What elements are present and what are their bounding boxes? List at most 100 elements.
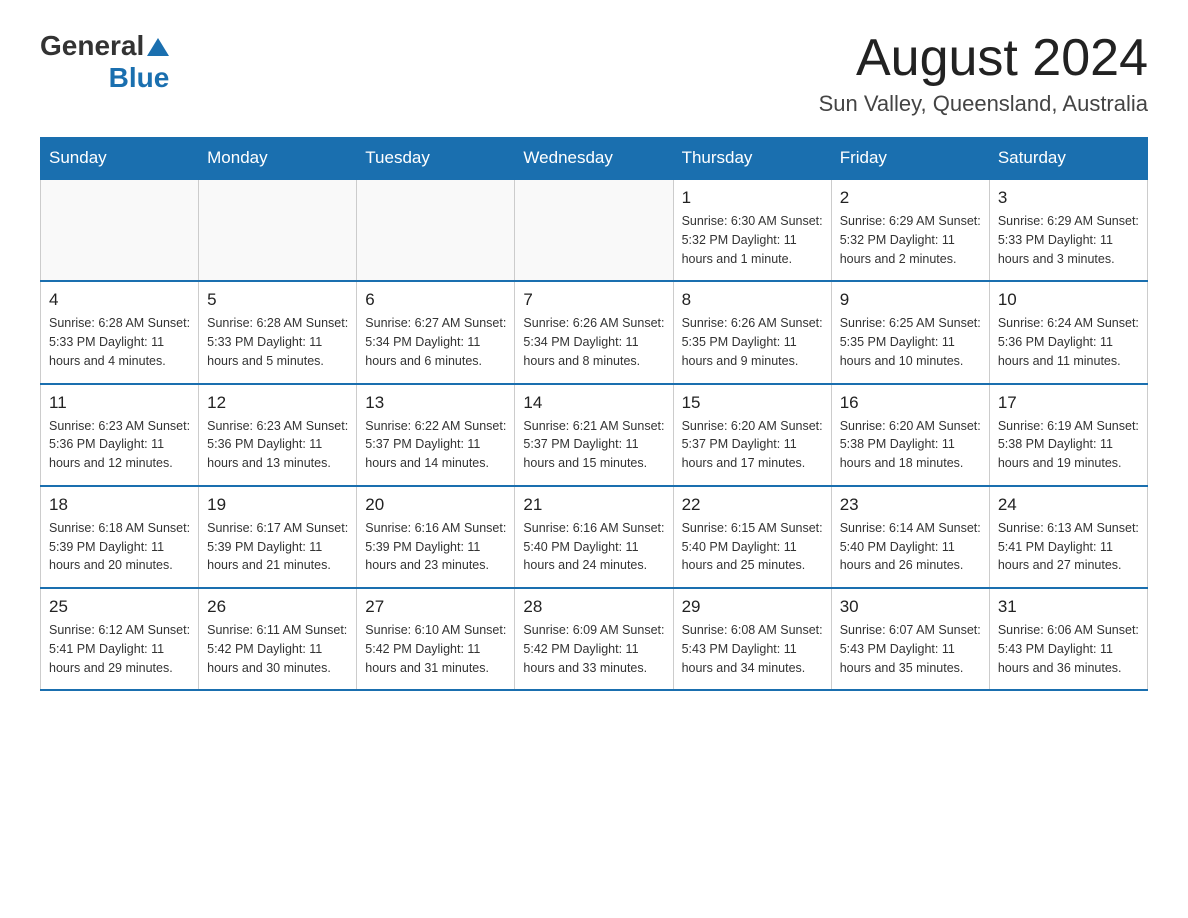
day-number: 1 (682, 188, 823, 208)
day-info: Sunrise: 6:28 AM Sunset: 5:33 PM Dayligh… (207, 314, 348, 370)
day-info: Sunrise: 6:09 AM Sunset: 5:42 PM Dayligh… (523, 621, 664, 677)
day-cell: 2Sunrise: 6:29 AM Sunset: 5:32 PM Daylig… (831, 179, 989, 281)
day-cell: 5 Sunrise: 6:28 AM Sunset: 5:33 PM Daylig… (199, 281, 357, 383)
day-cell: 11 Sunrise: 6:23 AM Sunset: 5:36 PM Dayli… (41, 384, 199, 486)
header-row: SundayMondayTuesdayWednesdayThursdayFrid… (41, 138, 1148, 180)
day-number: 31 (998, 597, 1139, 617)
day-number: 18 (49, 495, 190, 515)
day-info: Sunrise: 6:26 AM Sunset: 5:34 PM Dayligh… (523, 314, 664, 370)
week-row-3: 11 Sunrise: 6:23 AM Sunset: 5:36 PM Dayli… (41, 384, 1148, 486)
day-number: 16 (840, 393, 981, 413)
day-cell: 18 Sunrise: 6:18 AM Sunset: 5:39 PM Dayli… (41, 486, 199, 588)
day-info: Sunrise: 6:24 AM Sunset: 5:36 PM Dayligh… (998, 314, 1139, 370)
day-number: 30 (840, 597, 981, 617)
day-info: Sunrise: 6:29 AM Sunset: 5:33 PM Dayligh… (998, 212, 1139, 268)
day-number: 4 (49, 290, 190, 310)
day-number: 29 (682, 597, 823, 617)
day-number: 2 (840, 188, 981, 208)
calendar-table: SundayMondayTuesdayWednesdayThursdayFrid… (40, 137, 1148, 691)
day-info: Sunrise: 6:22 AM Sunset: 5:37 PM Dayligh… (365, 417, 506, 473)
day-number: 10 (998, 290, 1139, 310)
day-cell: 10 Sunrise: 6:24 AM Sunset: 5:36 PM Dayli… (989, 281, 1147, 383)
day-number: 11 (49, 393, 190, 413)
day-number: 22 (682, 495, 823, 515)
day-info: Sunrise: 6:14 AM Sunset: 5:40 PM Dayligh… (840, 519, 981, 575)
day-cell: 8 Sunrise: 6:26 AM Sunset: 5:35 PM Daylig… (673, 281, 831, 383)
day-number: 25 (49, 597, 190, 617)
day-cell: 24 Sunrise: 6:13 AM Sunset: 5:41 PM Dayli… (989, 486, 1147, 588)
day-number: 15 (682, 393, 823, 413)
location-title: Sun Valley, Queensland, Australia (819, 91, 1148, 117)
day-number: 8 (682, 290, 823, 310)
logo-triangle-icon (147, 36, 169, 58)
col-header-wednesday: Wednesday (515, 138, 673, 180)
col-header-monday: Monday (199, 138, 357, 180)
day-info: Sunrise: 6:19 AM Sunset: 5:38 PM Dayligh… (998, 417, 1139, 473)
day-info: Sunrise: 6:11 AM Sunset: 5:42 PM Dayligh… (207, 621, 348, 677)
day-info: Sunrise: 6:30 AM Sunset: 5:32 PM Dayligh… (682, 212, 823, 268)
day-info: Sunrise: 6:23 AM Sunset: 5:36 PM Dayligh… (207, 417, 348, 473)
day-number: 26 (207, 597, 348, 617)
day-info: Sunrise: 6:27 AM Sunset: 5:34 PM Dayligh… (365, 314, 506, 370)
day-info: Sunrise: 6:16 AM Sunset: 5:40 PM Dayligh… (523, 519, 664, 575)
day-number: 3 (998, 188, 1139, 208)
day-cell: 3 Sunrise: 6:29 AM Sunset: 5:33 PM Daylig… (989, 179, 1147, 281)
day-info: Sunrise: 6:23 AM Sunset: 5:36 PM Dayligh… (49, 417, 190, 473)
col-header-friday: Friday (831, 138, 989, 180)
day-info: Sunrise: 6:25 AM Sunset: 5:35 PM Dayligh… (840, 314, 981, 370)
day-cell (515, 179, 673, 281)
col-header-saturday: Saturday (989, 138, 1147, 180)
day-number: 19 (207, 495, 348, 515)
day-cell: 16 Sunrise: 6:20 AM Sunset: 5:38 PM Dayli… (831, 384, 989, 486)
day-cell: 21 Sunrise: 6:16 AM Sunset: 5:40 PM Dayli… (515, 486, 673, 588)
day-cell: 12 Sunrise: 6:23 AM Sunset: 5:36 PM Dayli… (199, 384, 357, 486)
day-cell (357, 179, 515, 281)
week-row-5: 25Sunrise: 6:12 AM Sunset: 5:41 PM Dayli… (41, 588, 1148, 690)
day-number: 14 (523, 393, 664, 413)
day-info: Sunrise: 6:21 AM Sunset: 5:37 PM Dayligh… (523, 417, 664, 473)
day-cell: 30Sunrise: 6:07 AM Sunset: 5:43 PM Dayli… (831, 588, 989, 690)
logo: General Blue (40, 30, 169, 94)
day-info: Sunrise: 6:17 AM Sunset: 5:39 PM Dayligh… (207, 519, 348, 575)
month-title: August 2024 (819, 30, 1148, 87)
day-cell: 20 Sunrise: 6:16 AM Sunset: 5:39 PM Dayli… (357, 486, 515, 588)
day-info: Sunrise: 6:26 AM Sunset: 5:35 PM Dayligh… (682, 314, 823, 370)
logo-general: General (40, 30, 144, 62)
week-row-2: 4 Sunrise: 6:28 AM Sunset: 5:33 PM Daylig… (41, 281, 1148, 383)
day-cell: 4 Sunrise: 6:28 AM Sunset: 5:33 PM Daylig… (41, 281, 199, 383)
week-row-1: 1 Sunrise: 6:30 AM Sunset: 5:32 PM Daylig… (41, 179, 1148, 281)
day-number: 13 (365, 393, 506, 413)
day-cell: 26 Sunrise: 6:11 AM Sunset: 5:42 PM Dayli… (199, 588, 357, 690)
day-number: 6 (365, 290, 506, 310)
day-cell: 25Sunrise: 6:12 AM Sunset: 5:41 PM Dayli… (41, 588, 199, 690)
day-cell (41, 179, 199, 281)
day-number: 21 (523, 495, 664, 515)
logo-blue: Blue (109, 62, 170, 94)
day-cell: 1 Sunrise: 6:30 AM Sunset: 5:32 PM Daylig… (673, 179, 831, 281)
day-number: 9 (840, 290, 981, 310)
day-number: 28 (523, 597, 664, 617)
day-info: Sunrise: 6:06 AM Sunset: 5:43 PM Dayligh… (998, 621, 1139, 677)
day-number: 17 (998, 393, 1139, 413)
day-number: 5 (207, 290, 348, 310)
day-info: Sunrise: 6:20 AM Sunset: 5:37 PM Dayligh… (682, 417, 823, 473)
header: General Blue August 2024 Sun Valley, Que… (40, 30, 1148, 117)
day-number: 27 (365, 597, 506, 617)
day-info: Sunrise: 6:13 AM Sunset: 5:41 PM Dayligh… (998, 519, 1139, 575)
day-cell (199, 179, 357, 281)
day-info: Sunrise: 6:20 AM Sunset: 5:38 PM Dayligh… (840, 417, 981, 473)
day-info: Sunrise: 6:28 AM Sunset: 5:33 PM Dayligh… (49, 314, 190, 370)
day-info: Sunrise: 6:16 AM Sunset: 5:39 PM Dayligh… (365, 519, 506, 575)
day-cell: 6 Sunrise: 6:27 AM Sunset: 5:34 PM Daylig… (357, 281, 515, 383)
day-number: 12 (207, 393, 348, 413)
col-header-sunday: Sunday (41, 138, 199, 180)
day-cell: 29 Sunrise: 6:08 AM Sunset: 5:43 PM Dayli… (673, 588, 831, 690)
day-number: 24 (998, 495, 1139, 515)
day-info: Sunrise: 6:08 AM Sunset: 5:43 PM Dayligh… (682, 621, 823, 677)
day-number: 20 (365, 495, 506, 515)
day-info: Sunrise: 6:18 AM Sunset: 5:39 PM Dayligh… (49, 519, 190, 575)
col-header-thursday: Thursday (673, 138, 831, 180)
day-cell: 23Sunrise: 6:14 AM Sunset: 5:40 PM Dayli… (831, 486, 989, 588)
day-cell: 17 Sunrise: 6:19 AM Sunset: 5:38 PM Dayli… (989, 384, 1147, 486)
title-area: August 2024 Sun Valley, Queensland, Aust… (819, 30, 1148, 117)
